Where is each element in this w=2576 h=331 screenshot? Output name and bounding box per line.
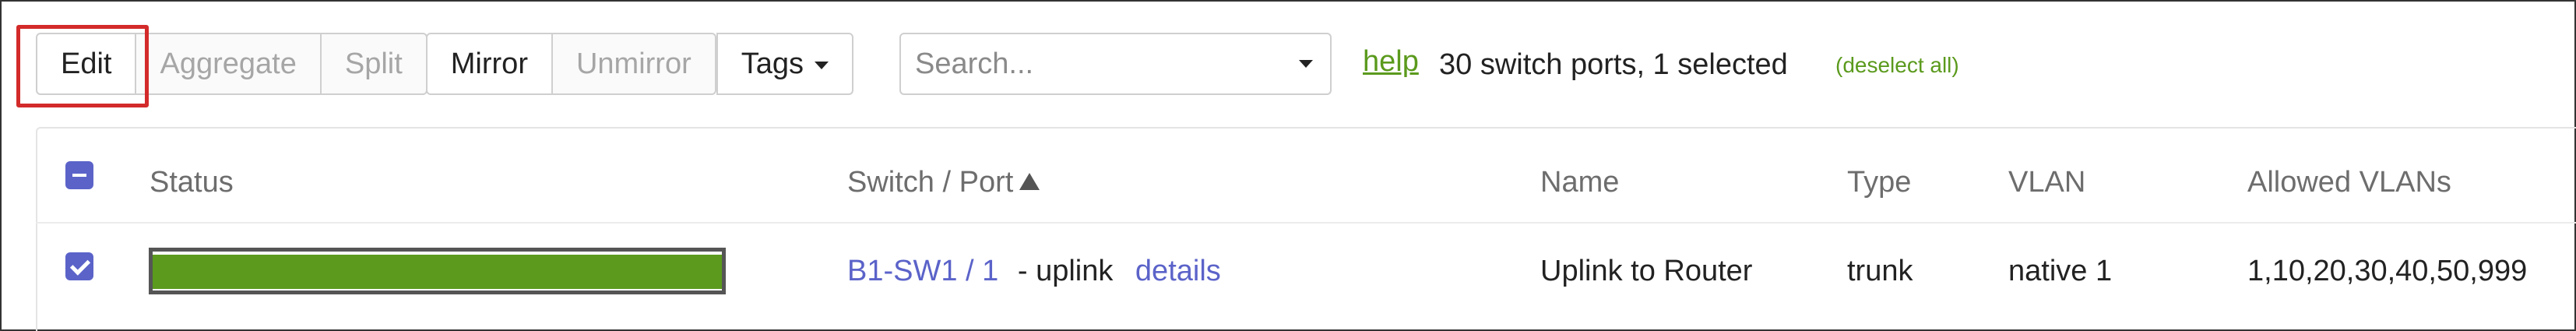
search-field[interactable] xyxy=(899,33,1332,95)
header-vlan[interactable]: VLAN xyxy=(2008,166,2085,199)
aggregate-button[interactable]: Aggregate xyxy=(135,33,322,95)
search-input[interactable] xyxy=(913,46,1275,82)
chevron-down-icon[interactable] xyxy=(1299,60,1313,68)
row-checkbox[interactable] xyxy=(65,252,93,280)
sort-ascending-icon xyxy=(1019,172,1040,190)
tags-dropdown[interactable]: Tags xyxy=(716,33,854,95)
tags-label: Tags xyxy=(741,47,804,80)
header-status[interactable]: Status xyxy=(150,166,234,199)
header-switch-port[interactable]: Switch / Port xyxy=(847,166,1040,199)
header-name[interactable]: Name xyxy=(1540,166,1619,199)
type-cell: trunk xyxy=(1847,255,1913,287)
header-divider xyxy=(36,222,2576,224)
select-all-checkbox[interactable] xyxy=(65,161,93,189)
toolbar: Edit Aggregate Split Mirror Unmirror Tag… xyxy=(36,33,854,95)
help-link[interactable]: help xyxy=(1363,45,1419,79)
switch-port-link[interactable]: B1-SW1 / 1 xyxy=(847,255,998,287)
selection-summary: 30 switch ports, 1 selected xyxy=(1439,48,1788,81)
allowed-vlans-cell: 1,10,20,30,40,50,999 xyxy=(2247,255,2528,287)
edit-button[interactable]: Edit xyxy=(36,33,137,95)
deselect-all-link[interactable]: (deselect all) xyxy=(1835,53,1959,78)
name-cell: Uplink to Router xyxy=(1540,255,1753,287)
details-link[interactable]: details xyxy=(1135,255,1221,287)
header-type[interactable]: Type xyxy=(1847,166,1911,199)
chevron-down-icon xyxy=(815,62,829,69)
mirror-button[interactable]: Mirror xyxy=(425,33,553,95)
status-bar xyxy=(149,248,726,294)
split-button[interactable]: Split xyxy=(319,33,428,95)
port-suffix: - uplink xyxy=(1017,255,1114,287)
vlan-cell: native 1 xyxy=(2008,255,2113,287)
switch-port-cell: B1-SW1 / 1 - uplink details xyxy=(847,255,1221,288)
status-bar-fill xyxy=(153,255,722,289)
switch-ports-table xyxy=(36,127,2576,331)
header-allowed-vlans[interactable]: Allowed VLANs xyxy=(2247,166,2451,199)
header-switch-port-label: Switch / Port xyxy=(847,166,1014,199)
unmirror-button[interactable]: Unmirror xyxy=(551,33,716,95)
